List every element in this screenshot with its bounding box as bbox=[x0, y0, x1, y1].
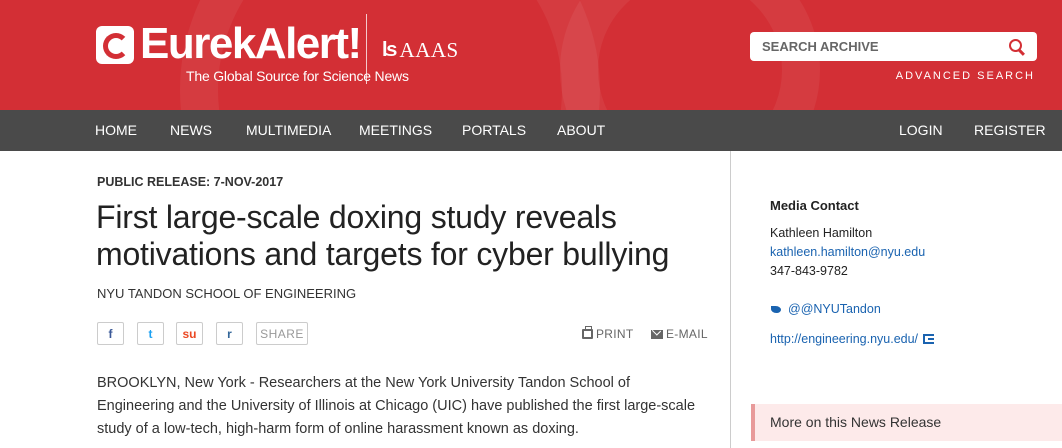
email-label: E-MAIL bbox=[666, 327, 708, 341]
nav-item-home[interactable]: HOME bbox=[95, 110, 137, 151]
stumbleupon-share-button[interactable]: su bbox=[176, 322, 203, 345]
eurekalert-logo-icon bbox=[96, 26, 134, 64]
site-header: EurekAlert! The Global Source for Scienc… bbox=[0, 0, 1062, 110]
nav-item-portals[interactable]: PORTALS bbox=[462, 110, 526, 151]
twitter-handle: @@NYUTandon bbox=[788, 302, 881, 316]
page-title: First large-scale doxing study reveals m… bbox=[96, 199, 670, 272]
more-on-release-panel[interactable]: More on this News Release bbox=[751, 404, 1062, 441]
source-institution: NYU TANDON SCHOOL OF ENGINEERING bbox=[97, 286, 357, 301]
header-divider bbox=[366, 14, 367, 84]
envelope-icon bbox=[651, 329, 663, 339]
advanced-search-link[interactable]: ADVANCED SEARCH bbox=[896, 70, 1035, 82]
aaas-logo[interactable]: ʪ AAAS bbox=[382, 38, 459, 63]
reddit-share-button[interactable]: r bbox=[216, 322, 243, 345]
print-button[interactable]: PRINT bbox=[582, 326, 634, 341]
share-button[interactable]: SHARE bbox=[256, 322, 308, 345]
contact-phone: 347-843-9782 bbox=[770, 264, 848, 278]
main-nav: HOME NEWS MULTIMEDIA MEETINGS PORTALS AB… bbox=[0, 110, 1062, 151]
twitter-bird-icon bbox=[770, 304, 782, 314]
sidebar-divider bbox=[730, 151, 731, 448]
website-link[interactable]: http://engineering.nyu.edu/ bbox=[770, 332, 935, 346]
website-url: http://engineering.nyu.edu/ bbox=[770, 332, 919, 346]
contact-email-link[interactable]: kathleen.hamilton@nyu.edu bbox=[770, 245, 925, 259]
nav-item-register[interactable]: REGISTER bbox=[974, 110, 1046, 151]
search-icon[interactable] bbox=[1009, 38, 1025, 55]
release-date: PUBLIC RELEASE: 7-NOV-2017 bbox=[97, 175, 284, 189]
aaas-logo-text: AAAS bbox=[399, 38, 459, 62]
twitter-icon: t bbox=[148, 326, 153, 341]
nav-item-meetings[interactable]: MEETINGS bbox=[359, 110, 432, 151]
stumbleupon-icon: su bbox=[182, 326, 197, 341]
logo-tagline: The Global Source for Science News bbox=[186, 68, 409, 84]
aaas-mark-icon: ʪ bbox=[382, 39, 398, 61]
search-input[interactable] bbox=[762, 39, 982, 54]
article-body: BROOKLYN, New York - Researchers at the … bbox=[97, 375, 696, 437]
nav-item-news[interactable]: NEWS bbox=[170, 110, 212, 151]
media-contact-title: Media Contact bbox=[770, 198, 859, 213]
twitter-share-button[interactable]: t bbox=[137, 322, 164, 345]
contact-name: Kathleen Hamilton bbox=[770, 226, 873, 240]
nav-item-multimedia[interactable]: MULTIMEDIA bbox=[246, 110, 331, 151]
printer-icon bbox=[582, 326, 593, 339]
reddit-icon: r bbox=[227, 326, 232, 341]
print-label: PRINT bbox=[596, 327, 634, 341]
nav-item-login[interactable]: LOGIN bbox=[899, 110, 943, 151]
email-button[interactable]: E-MAIL bbox=[651, 327, 708, 341]
logo-title: EurekAlert! bbox=[140, 19, 362, 68]
eurekalert-logo[interactable]: EurekAlert! The Global Source for Scienc… bbox=[96, 22, 409, 84]
facebook-icon: f bbox=[108, 326, 113, 341]
nav-item-about[interactable]: ABOUT bbox=[557, 110, 605, 151]
facebook-share-button[interactable]: f bbox=[97, 322, 124, 345]
external-link-icon bbox=[923, 334, 935, 344]
twitter-handle-link[interactable]: @@NYUTandon bbox=[770, 302, 881, 316]
search-box bbox=[750, 32, 1037, 61]
